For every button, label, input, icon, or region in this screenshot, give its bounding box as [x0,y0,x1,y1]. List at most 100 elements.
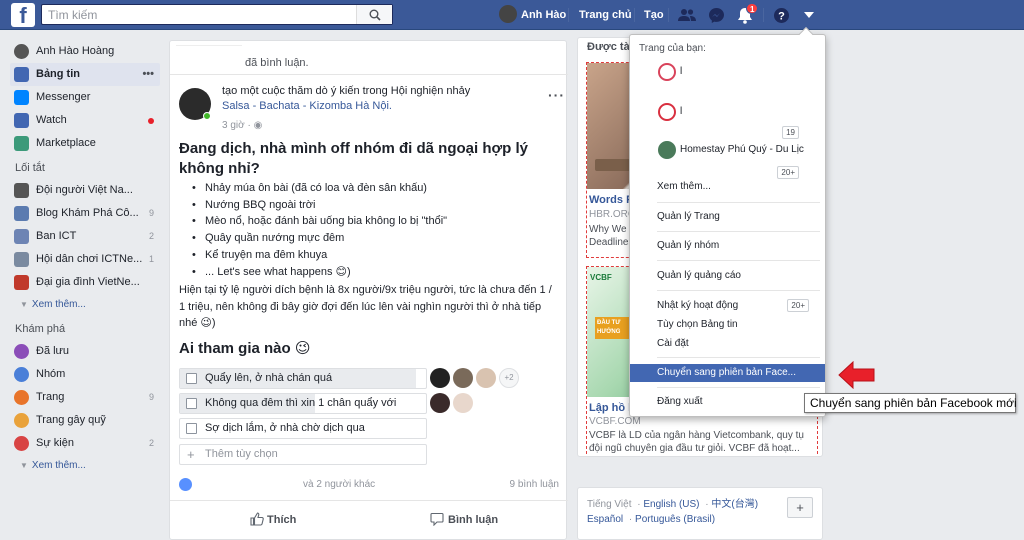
post-timestamp[interactable]: 3 giờ · ◉ [222,120,262,131]
language-link[interactable]: English (US) [643,499,699,510]
sidebar-item[interactable]: Ban ICT 2 [10,225,160,248]
facebook-logo[interactable]: f [11,3,35,27]
reactions-summary[interactable]: và 2 người khác [303,479,375,490]
poll-option[interactable]: Không qua đêm thì xin 1 chân quẩy với [179,393,427,414]
manage-groups-item[interactable]: Quản lý nhóm [630,237,825,255]
sidebar-item-label: Trang gây quỹ [36,414,106,426]
activity-log-item[interactable]: Nhật ký hoạt động 20+ [630,297,825,315]
sidebar-item-b-ng-tin[interactable]: Bảng tin ••• [10,63,160,86]
group-avatar [14,183,29,198]
sidebar-item-messenger[interactable]: Messenger [10,86,160,109]
chevron-down-icon: ▼ [20,461,28,470]
sidebar-item-label: Bảng tin [36,68,80,80]
ad-title[interactable]: Lập hồ h [589,402,635,414]
avatar [476,368,496,388]
sidebar-item[interactable]: Đã lưu [10,340,160,363]
more-voters-badge[interactable]: +2 [499,368,519,388]
add-option-input[interactable]: + Thêm tùy chọn [179,444,427,465]
poll-voters[interactable]: +2 [430,368,519,389]
see-more-pages-link[interactable]: Xem thêm... [630,178,825,196]
sidebar-item[interactable]: Trang 9 [10,386,160,409]
switch-version-item[interactable]: Chuyển sang phiên bản Face... [630,364,825,382]
poll-option[interactable]: Quẩy lên, ở nhà chán quá [179,368,427,389]
account-menu-icon[interactable] [799,5,819,25]
more-options-icon[interactable]: ••• [142,63,154,86]
sidebar-item-marketplace[interactable]: Marketplace [10,132,160,155]
friend-requests-icon[interactable] [677,5,697,25]
checkbox[interactable] [186,423,197,434]
post-header-text: tạo một cuộc thăm dò ý kiến trong Hội ng… [222,84,542,114]
messenger-icon [14,90,29,105]
sidebar-item-label: Nhóm [36,368,66,380]
checkbox[interactable] [186,373,197,384]
comment-button[interactable]: Bình luận [430,511,498,529]
sponsored-heading: Được tài [587,41,633,53]
logout-item[interactable]: Đăng xuất [630,393,825,411]
post-actions: Thích Bình luận [170,500,568,540]
left-navigation: Anh Hào Hoàng Bảng tin ••• Messenger Watch M… [10,40,160,477]
poll-option-label: Không qua đêm thì xin 1 chân quẩy với [205,397,397,409]
news-feed-preferences-item[interactable]: Tùy chọn Bảng tin [630,316,825,334]
help-icon[interactable]: ? [771,5,791,25]
sidebar-item[interactable]: Sự kiện 2 [10,432,160,455]
separator: · [626,514,636,525]
manage-ads-item[interactable]: Quản lý quảng cáo [630,267,825,285]
profile-name: Anh Hào [521,9,567,21]
list-item: Nướng BBQ ngoài trời [179,197,559,214]
home-link[interactable]: Trang chủ [579,0,632,30]
comment-label: Bình luận [448,514,499,526]
comments-count[interactable]: 9 bình luận [510,479,560,490]
add-language-button[interactable]: + [787,497,813,518]
messenger-icon[interactable] [706,5,726,25]
post-options-icon[interactable]: ··· [548,87,565,103]
search-box[interactable] [41,4,393,25]
poll-option[interactable]: Sợ dịch lắm, ở nhà chờ dịch qua [179,418,427,439]
sidebar-item[interactable]: Trang gây quỹ [10,409,160,432]
svg-text:?: ? [778,10,785,22]
language-link[interactable]: 中文(台灣) [711,499,758,510]
sidebar-item-profile[interactable]: Anh Hào Hoàng [10,40,160,63]
language-link[interactable]: Português (Brasil) [635,514,715,525]
ad-title[interactable]: Words F [589,194,633,206]
feed-post: đã bình luận. tạo một cuộc thăm dò ý kiế… [169,40,568,540]
sidebar-item-watch[interactable]: Watch [10,109,160,132]
news-feed-icon [14,67,29,82]
see-more-explore-link[interactable]: ▼ Xem thêm... [10,455,160,477]
see-more-shortcuts-link[interactable]: ▼ Xem thêm... [10,294,160,316]
avatar [14,44,29,59]
list-item: Mèo nổ, hoặc đánh bài uống bia không lo … [179,213,559,230]
ad-description: Why We Deadlines [589,224,634,248]
sidebar-item-label: Ban ICT [36,230,77,242]
marketplace-icon [14,136,29,151]
avatar [430,368,450,388]
sidebar-item[interactable]: Nhóm [10,363,160,386]
search-button[interactable] [356,5,392,24]
like-button[interactable]: Thích [250,511,296,529]
ad-url[interactable]: VCBF.COM [589,416,641,427]
divider [763,8,764,22]
post-action-text[interactable]: tạo một cuộc thăm dò ý kiến trong Hội ng… [222,85,470,97]
post-stats: và 2 người khác 9 bình luận [179,477,559,495]
language-link[interactable]: Español [587,514,623,525]
post-bullet-list: Nhảy múa ôn bài (đã có loa và đèn sân kh… [179,180,559,280]
profile-link[interactable]: Anh Hào [499,0,566,30]
list-item: ... Let's see what happens 😊) [179,264,559,281]
notification-badge: 1 [746,3,759,14]
page-shortcut-item[interactable]: l [630,61,825,83]
poll-voters[interactable] [430,393,476,414]
page-shortcut-item[interactable]: Homestay Phú Quý - Du Lịc [630,139,825,161]
see-more-label: Xem thêm... [31,460,86,471]
page-avatar [658,103,676,121]
sidebar-item[interactable]: Đội người Việt Na... [10,179,160,202]
sidebar-item[interactable]: Blog Khám Phá Cô... 9 [10,202,160,225]
checkbox[interactable] [186,398,197,409]
group-link[interactable]: Salsa - Bachata - Kizomba Hà Nội. [222,100,392,112]
list-item: Nhảy múa ôn bài (đã có loa và đèn sân kh… [179,180,559,197]
settings-item[interactable]: Cài đặt [630,335,825,353]
sidebar-item[interactable]: Hội dân chơi ICTNe... 1 [10,248,160,271]
sidebar-item[interactable]: Đại gia đình VietNe... [10,271,160,294]
page-shortcut-item[interactable]: l [630,101,825,123]
create-link[interactable]: Tạo [644,0,664,30]
search-input[interactable] [42,5,362,24]
manage-page-item[interactable]: Quản lý Trang [630,208,825,226]
